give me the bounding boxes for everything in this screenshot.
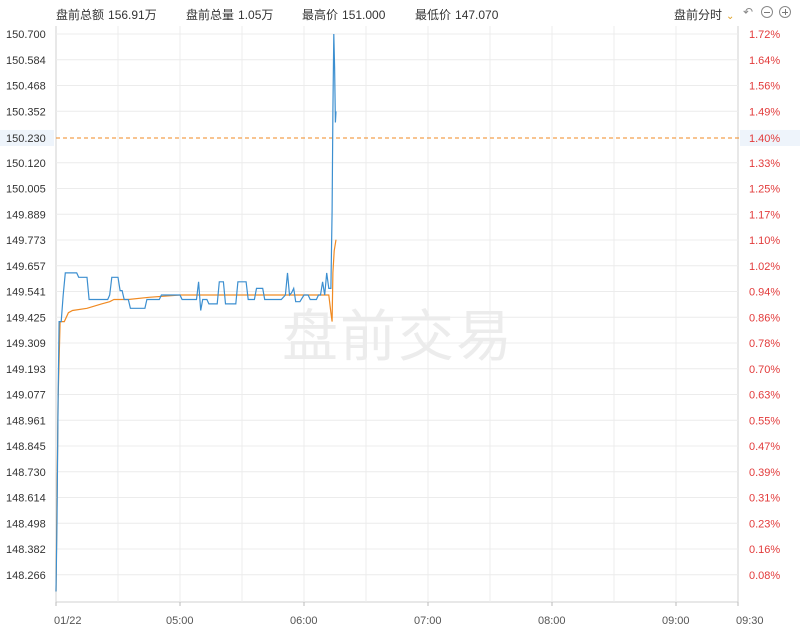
pct-tick-label: 1.64% [749, 55, 780, 67]
y-tick-label: 149.425 [6, 312, 46, 324]
pct-tick-label: 1.02% [749, 261, 780, 273]
y-tick-label: 148.614 [6, 493, 46, 505]
series-group [55, 33, 337, 592]
y-tick-label: 149.889 [6, 209, 46, 221]
pct-tick-label: 1.25% [749, 184, 780, 196]
x-tick-label: 08:00 [538, 615, 566, 627]
chart-grid [55, 26, 739, 606]
x-tick-label: 01/22 [54, 615, 82, 627]
y-tick-label: 150.005 [6, 184, 46, 196]
pct-tick-label: 0.47% [749, 441, 780, 453]
pct-tick-label: 1.33% [749, 158, 780, 170]
reference-line-group: 150.230 1.40% [0, 129, 800, 146]
pct-tick-label: 0.23% [749, 518, 780, 530]
y-tick-label: 150.352 [6, 106, 46, 118]
pct-tick-label: 1.49% [749, 106, 780, 118]
y-tick-label: 150.584 [6, 55, 46, 67]
reference-value-label: 150.230 [6, 133, 46, 145]
pct-tick-label: 0.94% [749, 287, 780, 299]
pct-tick-label: 0.31% [749, 493, 780, 505]
pct-tick-label: 0.16% [749, 544, 780, 556]
pct-tick-label: 0.55% [749, 415, 780, 427]
pct-tick-label: 0.86% [749, 312, 780, 324]
x-tick-label: 05:00 [166, 615, 194, 627]
y-tick-label: 148.845 [6, 441, 46, 453]
reference-pct-label: 1.40% [749, 133, 780, 145]
y-tick-label: 150.700 [6, 29, 46, 41]
x-tick-label: 07:00 [414, 615, 442, 627]
y-tick-label: 149.077 [6, 390, 46, 402]
y-tick-label: 148.730 [6, 467, 46, 479]
x-tick-label: 06:00 [290, 615, 318, 627]
price-chart[interactable]: 150.700 150.584 150.468 150.352 150.230 150.1… [0, 0, 800, 635]
pct-tick-label: 0.78% [749, 338, 780, 350]
pct-tick-label: 1.72% [749, 29, 780, 41]
pct-tick-label: 1.56% [749, 81, 780, 93]
pct-tick-label: 0.63% [749, 390, 780, 402]
y-tick-label: 149.193 [6, 364, 46, 376]
y-tick-label: 150.120 [6, 158, 46, 170]
pct-tick-label: 0.08% [749, 570, 780, 582]
pct-tick-label: 0.39% [749, 467, 780, 479]
x-tick-label: 09:30 [736, 615, 764, 627]
x-axis-ticks: 01/22 05:00 06:00 07:00 08:00 09:00 09:30 [54, 615, 764, 627]
pct-tick-label: 0.70% [749, 364, 780, 376]
y-tick-label: 148.961 [6, 415, 46, 427]
y-tick-label: 149.541 [6, 287, 46, 299]
y-tick-label: 148.266 [6, 570, 46, 582]
pct-tick-label: 1.17% [749, 209, 780, 221]
y-tick-label: 149.657 [6, 261, 46, 273]
pct-tick-label: 1.10% [749, 235, 780, 247]
y-tick-label: 148.382 [6, 544, 46, 556]
y-tick-label: 149.309 [6, 338, 46, 350]
y-tick-label: 148.498 [6, 518, 46, 530]
y-tick-label: 149.773 [6, 235, 46, 247]
x-tick-label: 09:00 [662, 615, 690, 627]
y-tick-label: 150.468 [6, 81, 46, 93]
y-axis-ticks: 150.700 150.584 150.468 150.352 150.230 150.1… [6, 29, 46, 582]
pct-axis-ticks: 1.72% 1.64% 1.56% 1.49% 1.40% 1.33% 1.25% 1.17%… [749, 29, 780, 582]
price-line [55, 33, 337, 592]
